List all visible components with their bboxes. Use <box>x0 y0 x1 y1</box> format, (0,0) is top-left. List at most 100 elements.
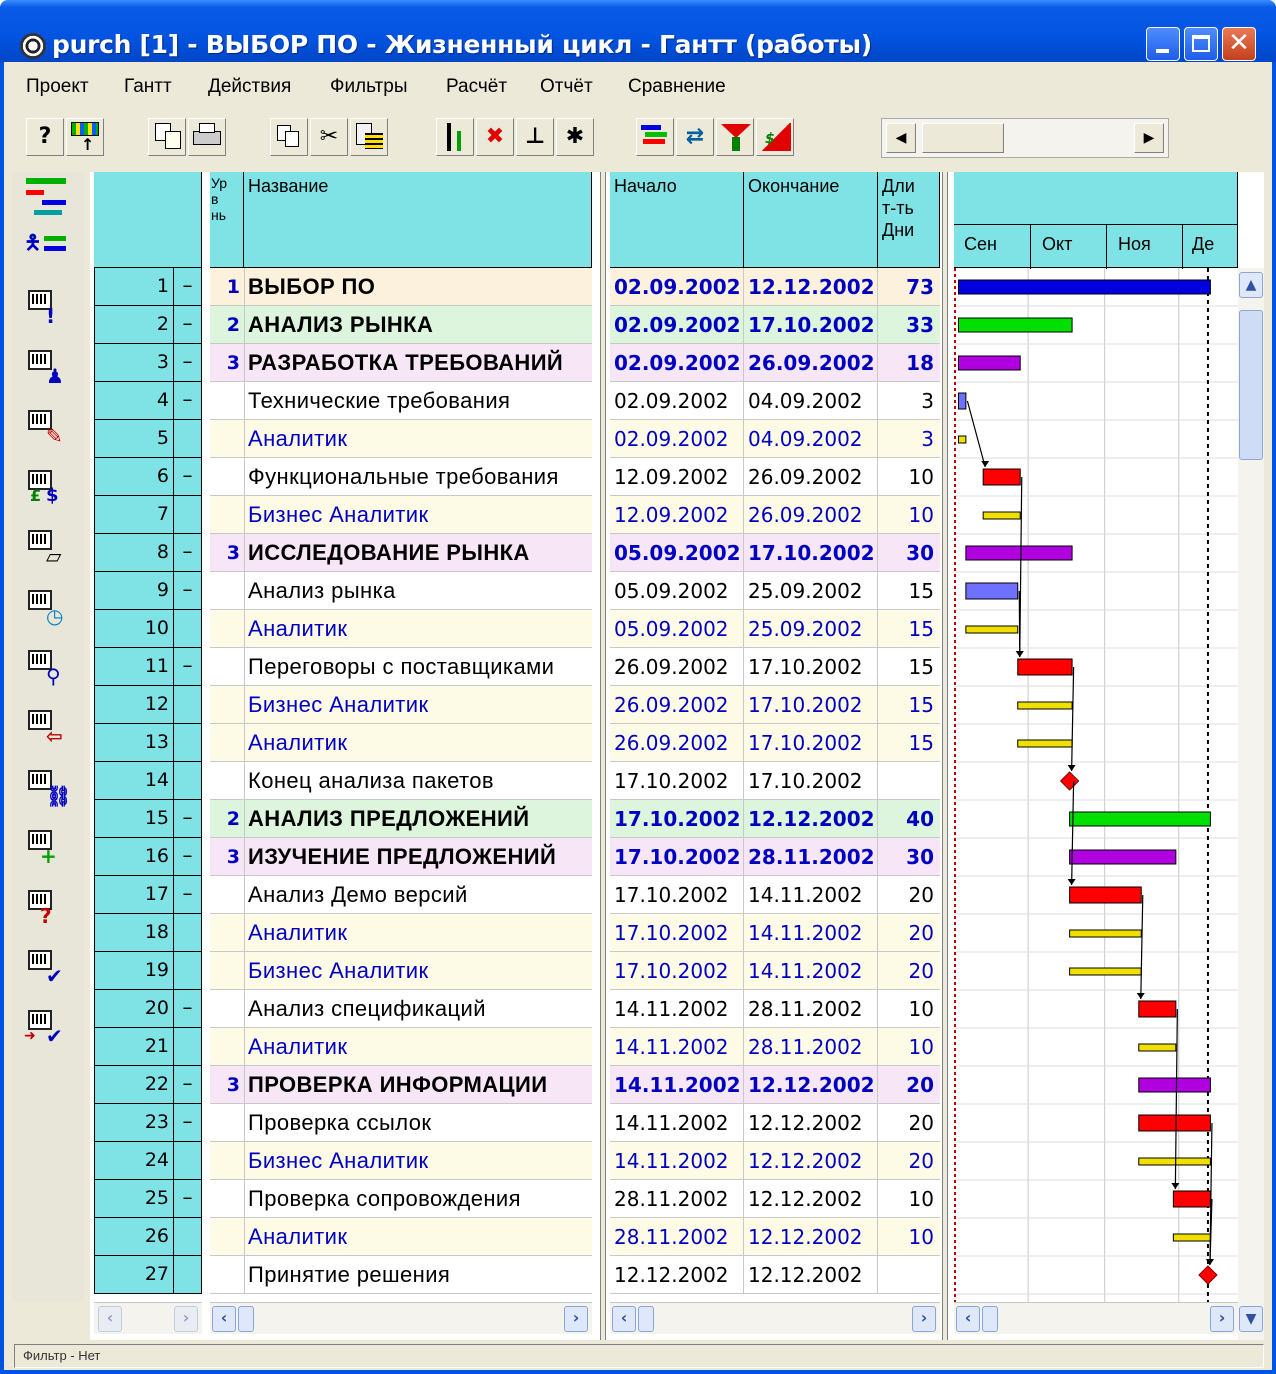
duration-column-header[interactable]: Дли т-ть Дни <box>878 172 940 268</box>
end-date-cell[interactable]: 17.10.2002 <box>744 534 878 572</box>
name-cell[interactable]: ПРОВЕРКА ИНФОРМАЦИИ <box>244 1066 592 1104</box>
delete-link-icon[interactable]: ✱ <box>556 118 594 156</box>
duration-cell[interactable]: 15 <box>878 648 940 686</box>
start-date-cell[interactable]: 17.10.2002 <box>610 800 744 838</box>
end-date-cell[interactable]: 12.12.2002 <box>744 1218 878 1256</box>
scroll-right-icon[interactable]: › <box>174 1306 198 1332</box>
task-warning-icon[interactable]: ! <box>24 288 72 334</box>
task-assign-icon[interactable]: ⇦ <box>24 708 72 754</box>
name-cell[interactable]: Аналитик <box>244 1218 592 1256</box>
start-date-cell[interactable]: 12.09.2002 <box>610 458 744 496</box>
end-date-cell[interactable]: 17.10.2002 <box>744 724 878 762</box>
paste-icon[interactable] <box>350 118 388 156</box>
scroll-left-icon[interactable]: ‹ <box>212 1306 236 1332</box>
name-column-header[interactable]: Название <box>244 172 592 268</box>
end-date-cell[interactable]: 17.10.2002 <box>744 648 878 686</box>
task-link-icon[interactable]: ⛓ <box>24 768 72 814</box>
title-bar[interactable]: purch [1] - ВЫБОР ПО - Жизненный цикл - … <box>0 0 1276 62</box>
end-date-cell[interactable]: 12.12.2002 <box>744 268 878 306</box>
row-number[interactable]: 3 <box>94 344 174 382</box>
row-number[interactable]: 24 <box>94 1142 174 1180</box>
numbers-scrollbar[interactable]: ‹ › <box>94 1302 202 1334</box>
end-date-cell[interactable]: 12.12.2002 <box>744 1256 878 1294</box>
row-number[interactable]: 8 <box>94 534 174 572</box>
menu-report[interactable]: Отчёт <box>540 76 593 98</box>
name-cell[interactable]: РАЗРАБОТКА ТРЕБОВАНИЙ <box>244 344 592 382</box>
end-date-cell[interactable]: 26.09.2002 <box>744 458 878 496</box>
dates-scrollbar[interactable]: ‹ › <box>610 1302 940 1334</box>
start-date-cell[interactable]: 26.09.2002 <box>610 648 744 686</box>
row-number[interactable]: 4 <box>94 382 174 420</box>
start-date-cell[interactable]: 17.10.2002 <box>610 762 744 800</box>
scroll-left-icon[interactable]: ◀ <box>886 123 916 153</box>
cut-icon[interactable]: ✂ <box>310 118 348 156</box>
minimize-button[interactable] <box>1146 27 1180 61</box>
menu-gantt[interactable]: Гантт <box>124 76 172 98</box>
resource-view-icon[interactable]: 🯅 <box>24 230 72 276</box>
vertical-scrollbar[interactable]: ▲ ▼ <box>1238 268 1264 1340</box>
collapse-toggle[interactable] <box>174 420 202 458</box>
collapse-toggle[interactable]: – <box>174 838 202 876</box>
menu-actions[interactable]: Действия <box>208 76 291 98</box>
query-resource-icon[interactable]: ? <box>24 888 72 934</box>
menu-filters[interactable]: Фильтры <box>330 76 407 98</box>
collapse-toggle[interactable]: – <box>174 1180 202 1218</box>
collapse-toggle[interactable] <box>174 1142 202 1180</box>
duration-cell[interactable]: 15 <box>878 686 940 724</box>
start-date-cell[interactable]: 05.09.2002 <box>610 534 744 572</box>
duration-cell[interactable]: 20 <box>878 876 940 914</box>
collapse-toggle[interactable] <box>174 1218 202 1256</box>
start-date-cell[interactable]: 12.12.2002 <box>610 1256 744 1294</box>
start-date-cell[interactable]: 02.09.2002 <box>610 268 744 306</box>
end-date-cell[interactable]: 17.10.2002 <box>744 686 878 724</box>
task-search-icon[interactable]: ⚲ <box>24 648 72 694</box>
scroll-right-icon[interactable]: › <box>1210 1306 1234 1332</box>
name-cell[interactable]: Анализ спецификаций <box>244 990 592 1028</box>
unlink-tasks-icon[interactable]: ✖ <box>476 118 514 156</box>
close-button[interactable]: ✕ <box>1222 27 1256 61</box>
start-date-cell[interactable]: 26.09.2002 <box>610 686 744 724</box>
duration-cell[interactable]: 30 <box>878 534 940 572</box>
name-cell[interactable]: Бизнес Аналитик <box>244 496 592 534</box>
name-cell[interactable]: Переговоры с поставщиками <box>244 648 592 686</box>
duration-cell[interactable]: 15 <box>878 610 940 648</box>
help-icon[interactable]: ? <box>26 118 64 156</box>
collapse-toggle[interactable]: – <box>174 800 202 838</box>
end-date-cell[interactable]: 17.10.2002 <box>744 762 878 800</box>
start-date-cell[interactable]: 26.09.2002 <box>610 724 744 762</box>
collapse-toggle[interactable] <box>174 686 202 724</box>
collapse-toggle[interactable] <box>174 610 202 648</box>
row-number[interactable]: 18 <box>94 914 174 952</box>
row-number[interactable]: 16 <box>94 838 174 876</box>
row-number[interactable]: 11 <box>94 648 174 686</box>
scroll-thumb[interactable] <box>638 1306 654 1332</box>
timeline-scrollbar[interactable]: ‹ › <box>954 1302 1238 1334</box>
end-date-cell[interactable]: 14.11.2002 <box>744 914 878 952</box>
grid-import-icon[interactable]: ↑ <box>66 118 104 156</box>
duration-cell[interactable]: 10 <box>878 496 940 534</box>
duration-cell[interactable]: 20 <box>878 1066 940 1104</box>
name-cell[interactable]: Функциональные требования <box>244 458 592 496</box>
print-icon[interactable] <box>188 118 226 156</box>
row-number[interactable]: 10 <box>94 610 174 648</box>
collapse-toggle[interactable] <box>174 496 202 534</box>
collapse-toggle[interactable]: – <box>174 458 202 496</box>
duration-cell[interactable]: 18 <box>878 344 940 382</box>
end-date-cell[interactable]: 04.09.2002 <box>744 420 878 458</box>
end-date-cell[interactable]: 12.12.2002 <box>744 800 878 838</box>
task-confirm-icon[interactable]: ➜ ✔ <box>24 1008 72 1054</box>
end-date-cell[interactable]: 28.11.2002 <box>744 838 878 876</box>
task-notes-icon[interactable]: ▱ <box>24 528 72 574</box>
name-cell[interactable]: ИЗУЧЕНИЕ ПРЕДЛОЖЕНИЙ <box>244 838 592 876</box>
name-scrollbar[interactable]: ‹ › <box>210 1302 592 1334</box>
start-date-cell[interactable]: 17.10.2002 <box>610 914 744 952</box>
duration-cell[interactable]: 10 <box>878 1028 940 1066</box>
start-date-cell[interactable]: 02.09.2002 <box>610 344 744 382</box>
end-date-cell[interactable]: 12.12.2002 <box>744 1066 878 1104</box>
menu-project[interactable]: Проект <box>26 76 89 98</box>
collapse-toggle[interactable] <box>174 952 202 990</box>
task-resource-icon[interactable]: ♟ <box>24 348 72 394</box>
start-date-cell[interactable]: 05.09.2002 <box>610 572 744 610</box>
duration-cell[interactable]: 20 <box>878 952 940 990</box>
task-edit-icon[interactable]: ✎ <box>24 408 72 454</box>
